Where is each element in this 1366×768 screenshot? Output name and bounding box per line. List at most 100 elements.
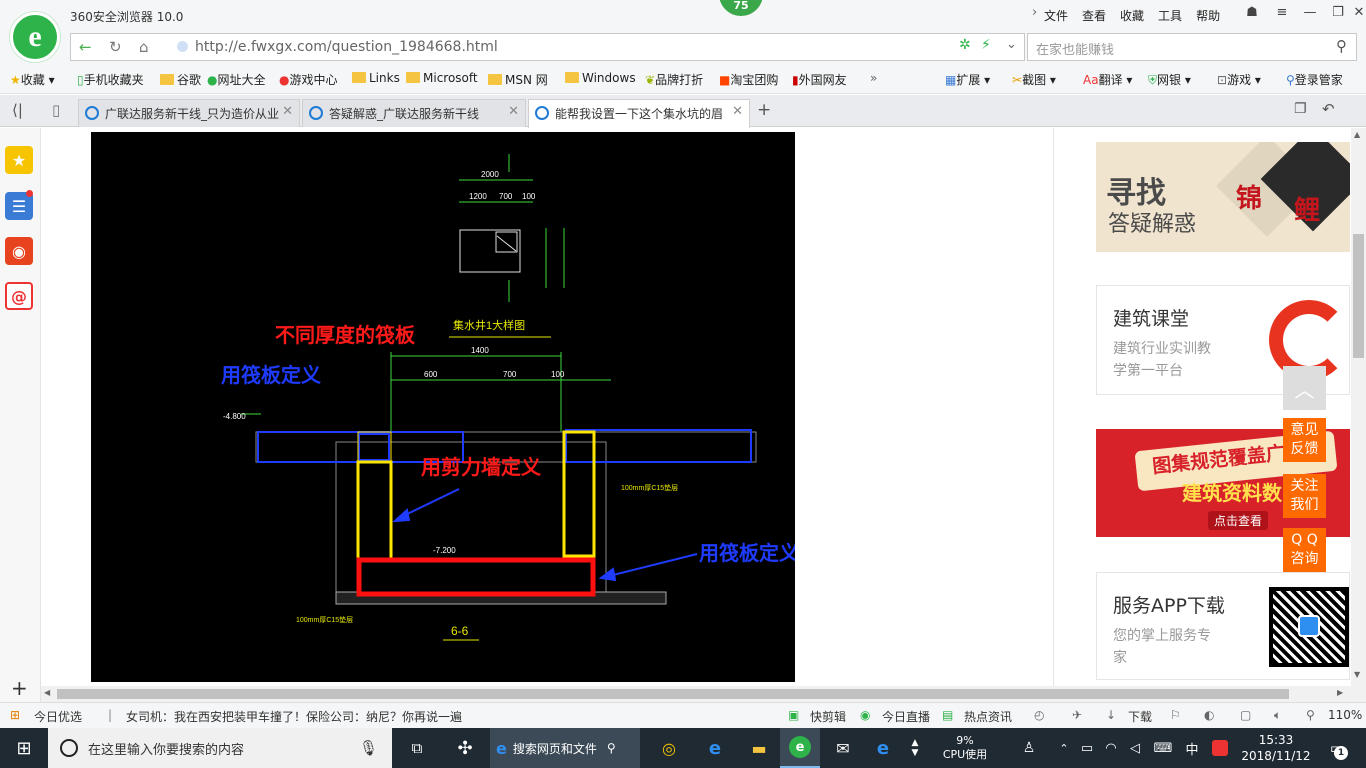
taskbar-scroll-icon[interactable]: ▲ ▼ — [906, 728, 924, 768]
windows-start-icon[interactable]: ⊞ — [0, 728, 48, 768]
bookmark-google[interactable]: 谷歌 — [160, 71, 201, 88]
pin-icon[interactable]: ✈ — [1072, 708, 1082, 722]
back-icon[interactable]: ← — [79, 38, 92, 56]
tab-2[interactable]: 答疑解惑_广联达服务新干线 ✕ — [302, 99, 526, 127]
wifi-icon[interactable]: ◠ — [1100, 728, 1122, 768]
ad-standards-cta[interactable]: 点击查看 — [1208, 511, 1269, 530]
scroll-up-icon[interactable]: ▲ — [1354, 130, 1360, 139]
today-live[interactable]: 今日直播 — [882, 708, 930, 725]
search-box[interactable]: 在家也能赚钱 ⚲ — [1027, 33, 1357, 61]
clock[interactable]: 15:33 2018/11/12 — [1236, 728, 1316, 768]
bookmark-favorites[interactable]: ★收藏 ▾ — [10, 71, 55, 88]
restore-tabs-icon[interactable]: ❐ — [1294, 101, 1307, 117]
quick-edit[interactable]: 快剪辑 — [810, 708, 846, 725]
tab-1[interactable]: 广联达服务新干线_只为造价从业 ✕ — [78, 99, 300, 127]
close-button[interactable]: ✕ — [1345, 0, 1366, 24]
taskbar-search-input[interactable]: 在这里输入你要搜索的内容 — [88, 739, 244, 758]
battery-icon[interactable]: ▭ — [1076, 728, 1098, 768]
more-bookmarks[interactable]: » — [870, 71, 877, 85]
keyboard-icon[interactable]: ⌨ — [1150, 728, 1176, 768]
ime-indicator[interactable]: 中 — [1180, 728, 1204, 768]
menu-view[interactable]: 查看 — [1082, 7, 1106, 24]
horizontal-scrollbar[interactable]: ◀ ▶ — [41, 686, 1366, 702]
download-button[interactable]: 下载 — [1128, 708, 1152, 725]
login-manager-button[interactable]: ⚲登录管家 — [1286, 71, 1343, 88]
screenshot-button[interactable]: ✂截图 ▾ — [1012, 71, 1056, 88]
minimize-button[interactable]: — — [1296, 0, 1324, 24]
games-button[interactable]: ⊡游戏 ▾ — [1217, 71, 1261, 88]
news-ticker[interactable]: 女司机：我在西安把装甲车撞了！保险公司：纳尼？你再说一遍 — [126, 708, 462, 725]
chrome-bell-icon[interactable]: ◎ — [652, 728, 686, 768]
speed-test-icon[interactable]: ◴ — [1034, 708, 1044, 722]
speed-icon[interactable]: ✲ — [959, 37, 971, 53]
translate-button[interactable]: Aa翻译 ▾ — [1083, 71, 1132, 88]
gift-icon[interactable]: ⊞ — [10, 708, 20, 722]
today-picks[interactable]: 今日优选 — [34, 708, 82, 725]
cpu-monitor[interactable]: 9% CPU使用 — [930, 728, 1000, 768]
follow-us-button[interactable]: 关注 我们 — [1283, 474, 1326, 518]
edge-taskbar-icon[interactable]: e — [866, 728, 900, 768]
pinwheel-icon[interactable]: ✣ — [448, 728, 482, 768]
menu-icon[interactable]: ≡ — [1268, 0, 1296, 24]
weibo-icon[interactable]: ◉ — [5, 237, 33, 265]
menu-help[interactable]: 帮助 — [1196, 7, 1220, 24]
home-icon[interactable]: ⌂ — [139, 38, 149, 56]
bookmark-hao[interactable]: ●网址大全 — [207, 71, 266, 88]
bookmark-msn[interactable]: MSN 网 — [488, 71, 548, 88]
sidebar-toggle-icon[interactable]: ⟨| — [12, 101, 23, 119]
search-icon[interactable]: ⚲ — [1336, 37, 1347, 55]
web-search-box[interactable]: e 搜索网页和文件 ⚲ — [490, 728, 640, 768]
tray-expand-icon[interactable]: ⌃ — [1054, 728, 1074, 768]
skin-icon[interactable]: ☗ — [1238, 0, 1266, 24]
notification-badge[interactable]: 75 — [719, 0, 763, 16]
vertical-scrollbar[interactable]: ▲ ▼ — [1351, 128, 1366, 686]
qq-consult-button[interactable]: Q Q 咨询 — [1283, 528, 1326, 572]
close-tab-icon[interactable]: ✕ — [730, 104, 743, 119]
new-tab-button[interactable]: + — [757, 100, 771, 120]
back-to-top-button[interactable]: ︿ — [1283, 366, 1326, 410]
browser-logo[interactable]: e — [10, 12, 60, 62]
url-text[interactable]: http://e.fwxgx.com/question_1984668.html — [195, 39, 498, 55]
tab-3-active[interactable]: 能帮我设置一下这个集水坑的眉 ✕ — [528, 99, 750, 128]
refresh-status-icon[interactable]: ◐ — [1204, 708, 1214, 722]
horizontal-scroll-thumb[interactable] — [57, 689, 1289, 699]
bank-button[interactable]: ⛨网银 ▾ — [1148, 71, 1191, 88]
vertical-scroll-thumb[interactable] — [1353, 234, 1364, 358]
extensions-button[interactable]: ▦扩展 ▾ — [945, 71, 990, 88]
window-icon[interactable]: ▢ — [1240, 708, 1251, 722]
ie-taskbar-icon[interactable]: e — [698, 728, 732, 768]
favorites-star-icon[interactable]: ★ — [5, 146, 33, 174]
mail-taskbar-icon[interactable]: ✉ — [826, 728, 860, 768]
add-sidebar-icon[interactable]: + — [11, 676, 28, 700]
bookmark-games[interactable]: ●游戏中心 — [279, 71, 338, 88]
volume-icon[interactable]: 🔈︎ — [1274, 708, 1281, 723]
bookmark-taobao[interactable]: ■淘宝团购 — [719, 71, 778, 88]
360-browser-taskbar-icon[interactable]: e — [780, 728, 820, 768]
hot-news[interactable]: 热点资讯 — [964, 708, 1012, 725]
speaker-icon[interactable]: ◁ — [1124, 728, 1146, 768]
search-input[interactable]: 在家也能赚钱 — [1036, 39, 1114, 58]
scroll-left-icon[interactable]: ◀ — [44, 688, 50, 697]
feedback-button[interactable]: 意见 反馈 — [1283, 418, 1326, 462]
ad-app-download[interactable]: 服务APP下载 您的掌上服务专 家 — [1096, 572, 1350, 680]
bookmark-microsoft[interactable]: Microsoft — [406, 71, 478, 85]
undo-icon[interactable]: ↶ — [1322, 100, 1335, 118]
bookmark-mobile[interactable]: ▯手机收藏夹 — [77, 71, 144, 88]
lightning-icon[interactable]: ⚡ — [981, 37, 991, 53]
chevron-down-icon[interactable]: ⌄ — [1006, 37, 1017, 52]
address-bar[interactable]: ← ↻ ⌂ http://e.fwxgx.com/question_198466… — [70, 33, 1025, 61]
file-explorer-icon[interactable]: ▬ — [742, 728, 776, 768]
menu-file[interactable]: 文件 — [1044, 7, 1068, 24]
tablet-icon[interactable]: ▯ — [52, 101, 60, 119]
bookmark-foreign[interactable]: ▮外国网友 — [792, 71, 847, 88]
bookmark-windows[interactable]: Windows — [565, 71, 636, 85]
flag-icon[interactable]: ⚐ — [1170, 708, 1181, 722]
refresh-icon[interactable]: ↻ — [109, 38, 122, 56]
zoom-level[interactable]: 110% — [1328, 708, 1362, 722]
bookmark-brand[interactable]: ❦品牌打折 — [645, 71, 703, 88]
task-view-icon[interactable]: ⧉ — [400, 728, 434, 768]
bookmark-links[interactable]: Links — [352, 71, 400, 85]
scroll-down-icon[interactable]: ▼ — [1354, 670, 1360, 679]
scroll-right-icon[interactable]: ▶ — [1337, 688, 1343, 697]
mail-icon[interactable]: @ — [5, 282, 33, 310]
